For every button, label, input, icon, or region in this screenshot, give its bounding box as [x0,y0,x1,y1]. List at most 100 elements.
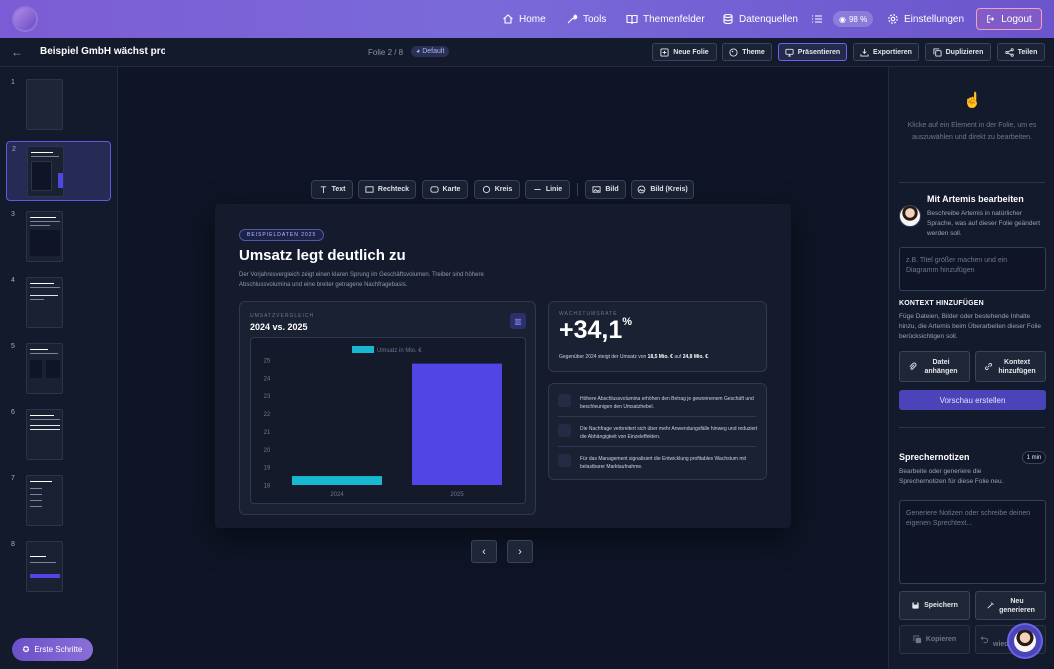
kpi-unit: % [622,316,633,328]
slide-thumbnail-3[interactable]: 3 [6,207,111,267]
present-button[interactable]: Präsentieren [778,43,847,61]
tool-circle-label: Kreis [494,186,513,193]
insight-divider [558,416,756,417]
app-logo[interactable] [14,8,36,30]
layers-icon [558,424,571,437]
next-slide-button[interactable]: › [507,540,533,563]
back-arrow-icon[interactable]: ← [11,45,23,59]
chart-icon: ▥ [510,313,526,329]
tool-text[interactable]: Text [311,180,353,199]
insight-text-3: Für das Management signalisiert die Entw… [580,456,746,470]
kpi-value: +34,1% [559,316,632,345]
slide-subtitle[interactable]: Der Vorjahresvergleich zeigt einen klare… [239,270,519,290]
slide-title[interactable]: Umsatz legt deutlich zu [239,247,406,264]
slide-thumbnail-4[interactable]: 4 [6,273,111,333]
bar-2024 [292,476,382,485]
wrench-icon [567,14,578,24]
y-tick-label: 20 [264,448,271,454]
chevron-right-icon: › [518,545,522,558]
nav-themenfelder[interactable]: Themenfelder [626,0,705,38]
insights-card[interactable]: Höhere Abschlussvolumina erhöhen den Bet… [548,383,767,480]
add-context-label: Kontext hinzufügen [998,358,1036,375]
presentation-title[interactable]: Beispiel GmbH wächst profi [40,46,165,57]
attach-file-button[interactable]: Datei anhängen [899,351,970,382]
y-tick-label: 18 [264,484,271,490]
tool-card-label: Karte [442,186,461,193]
tool-line[interactable]: Linie [525,180,570,199]
list-menu-button[interactable] [811,0,823,38]
nav-datenquellen[interactable]: Datenquellen [722,0,798,38]
first-steps-button[interactable]: ✪ Erste Schritte [12,638,93,661]
nav-home[interactable]: Home [502,0,546,38]
copy-notes-button[interactable]: Kopieren [899,625,970,654]
database-icon [723,13,733,25]
kpi-description: Gegenüber 2024 steigt der Umsatz von 18,… [559,354,709,360]
new-slide-label: Neue Folie [673,48,709,56]
theme-badge: ◕ Default [411,46,450,57]
share-button[interactable]: Teilen [997,43,1045,61]
new-slide-button[interactable]: Neue Folie [652,43,717,61]
nav-tools[interactable]: Tools [566,0,606,38]
artemis-prompt-input[interactable]: z.B. Titel größer machen und ein Diagram… [899,247,1046,291]
present-label: Präsentieren [797,48,841,56]
kpi-from-value: 18,5 Mio. € [647,354,673,360]
add-context-button[interactable]: Kontext hinzufügen [975,351,1046,382]
theme-badge-label: Default [422,48,445,55]
previous-slide-button[interactable]: ‹ [471,540,497,563]
tool-rectangle[interactable]: Rechteck [358,180,416,199]
undo-icon [980,636,989,644]
attach-file-label: Datei anhängen [924,358,958,375]
tool-card[interactable]: Karte [422,180,468,199]
text-icon [320,186,326,194]
regenerate-notes-button[interactable]: Neu generieren [975,591,1046,620]
nav-datenquellen-label: Datenquellen [739,13,798,25]
speaker-notes-input[interactable]: Generiere Notizen oder schreibe deinen e… [899,500,1046,584]
logout-button[interactable]: Logout [976,8,1042,30]
zoom-value: 98 % [848,14,868,24]
slide-thumbnail-5[interactable]: 5 [6,339,111,399]
first-steps-label: Erste Schritte [34,645,83,654]
save-notes-button[interactable]: Speichern [899,591,970,620]
tool-text-label: Text [331,186,346,193]
divider [899,182,1045,183]
book-icon [626,14,638,25]
share-icon [1004,47,1014,57]
slide-badge[interactable]: BEISPIELDATEN 2025 [239,229,325,241]
legend-swatch [352,346,374,353]
slide-thumbnail-6[interactable]: 6 [6,405,111,465]
kpi-card[interactable]: WACHSTUMSRATE +34,1% Gegenüber 2024 stei… [548,301,767,372]
artemis-title: Mit Artemis bearbeiten [927,194,1024,204]
kpi-text-end: . [708,354,710,360]
circle-icon [482,185,490,194]
select-hint: Klicke auf ein Element in der Folie, um … [907,122,1037,141]
y-tick-label: 22 [264,412,271,418]
slide-thumbnail-8[interactable]: 8 [6,537,111,597]
chart-card[interactable]: UMSATZVERGLEICH 2024 vs. 2025 ▥ 18 19 20 21… [239,301,536,515]
slide-thumbnail-2[interactable]: 2 [6,141,111,201]
speaker-notes-description: Bearbeite oder generiere die Sprechernot… [899,468,1004,485]
artemis-assistant-button[interactable] [1009,625,1041,657]
thumbnail-number: 2 [12,146,16,153]
tool-circle[interactable]: Kreis [474,180,520,199]
tool-rectangle-label: Rechteck [377,186,410,193]
list-icon [812,15,822,23]
slide-thumbnail-7[interactable]: 7 [6,471,111,531]
tool-image-circle[interactable]: Bild (Kreis) [631,180,694,199]
thumbnail-preview [26,211,63,262]
theme-button[interactable]: Theme [722,43,772,61]
duplicate-label: Duplizieren [945,48,984,56]
export-button[interactable]: Exportieren [853,43,919,61]
duplicate-button[interactable]: Duplizieren [925,43,991,61]
bar-chart-svg: 18 19 20 21 22 23 24 25 Umsatz in Mio. € 2024 2025 [264,346,502,498]
tool-image[interactable]: Bild [585,180,626,199]
thumbnail-number: 4 [11,277,15,284]
logout-icon [987,15,995,23]
nav-einstellungen[interactable]: Einstellungen [887,0,964,38]
thumbnail-number: 1 [11,79,15,86]
slide-thumbnail-1[interactable]: 1 [6,75,111,135]
monitor-icon [785,48,794,57]
tool-image-label: Bild [605,186,619,193]
thumbnail-number: 6 [11,409,15,416]
slide-preview[interactable]: BEISPIELDATEN 2025 Umsatz legt deutlich … [215,204,791,528]
create-preview-button[interactable]: Vorschau erstellen [899,390,1046,410]
